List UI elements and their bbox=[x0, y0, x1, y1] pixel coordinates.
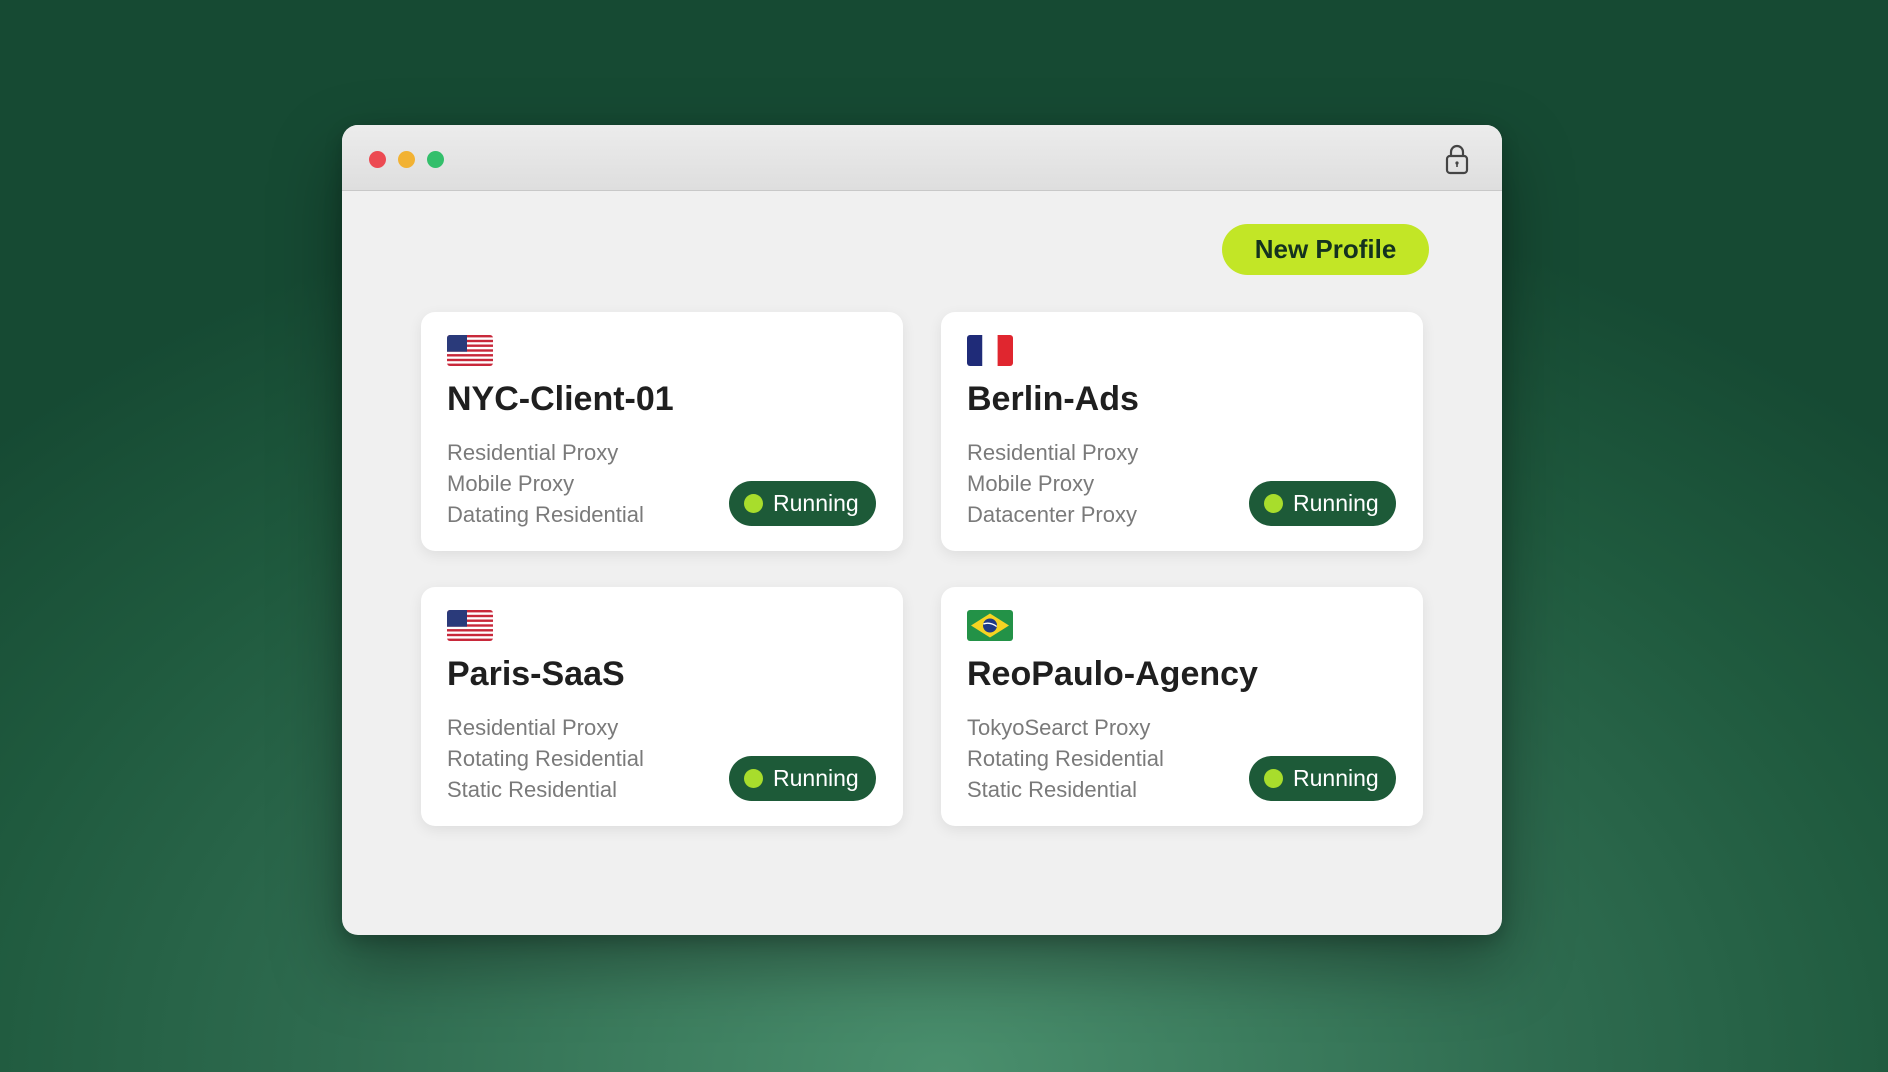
status-running-button[interactable]: Running bbox=[1249, 481, 1396, 526]
proxy-list: Residential Proxy Rotating Residential S… bbox=[447, 712, 644, 805]
status-dot-icon bbox=[744, 769, 763, 788]
app-window: New Profile NYC-Client-01 Residential Pr… bbox=[342, 125, 1502, 935]
proxy-item: TokyoSearct Proxy bbox=[967, 715, 1151, 740]
br-flag-icon bbox=[967, 610, 1013, 641]
status-label: Running bbox=[1293, 490, 1379, 516]
status-dot-icon bbox=[1264, 769, 1283, 788]
proxy-item: Rotating Residential bbox=[447, 746, 644, 771]
lock-icon[interactable] bbox=[1444, 143, 1470, 175]
maximize-window-button[interactable] bbox=[427, 151, 444, 168]
status-running-button[interactable]: Running bbox=[729, 756, 876, 801]
status-label: Running bbox=[773, 490, 859, 516]
fr-flag-icon bbox=[967, 335, 1013, 366]
status-label: Running bbox=[773, 765, 859, 791]
profile-name: Paris-SaaS bbox=[447, 655, 625, 693]
proxy-item: Mobile Proxy bbox=[447, 471, 575, 496]
close-window-button[interactable] bbox=[369, 151, 386, 168]
proxy-item: Datating Residential bbox=[447, 502, 644, 527]
status-running-button[interactable]: Running bbox=[1249, 756, 1396, 801]
proxy-item: Rotating Residential bbox=[967, 746, 1164, 771]
proxy-list: TokyoSearct Proxy Rotating Residential S… bbox=[967, 712, 1164, 805]
status-dot-icon bbox=[1264, 494, 1283, 513]
profile-card[interactable]: Paris-SaaS Residential Proxy Rotating Re… bbox=[421, 587, 903, 826]
minimize-window-button[interactable] bbox=[398, 151, 415, 168]
status-running-button[interactable]: Running bbox=[729, 481, 876, 526]
proxy-item: Static Residential bbox=[447, 777, 617, 802]
proxy-item: Residential Proxy bbox=[967, 440, 1139, 465]
proxy-item: Mobile Proxy bbox=[967, 471, 1095, 496]
proxy-list: Residential Proxy Mobile Proxy Datating … bbox=[447, 437, 644, 530]
profile-name: Berlin-Ads bbox=[967, 380, 1139, 418]
status-dot-icon bbox=[744, 494, 763, 513]
profile-card[interactable]: ReoPaulo-Agency TokyoSearct Proxy Rotati… bbox=[941, 587, 1423, 826]
proxy-item: Static Residential bbox=[967, 777, 1137, 802]
profile-name: ReoPaulo-Agency bbox=[967, 655, 1258, 693]
profile-card[interactable]: Berlin-Ads Residential Proxy Mobile Prox… bbox=[941, 312, 1423, 551]
profile-name: NYC-Client-01 bbox=[447, 380, 674, 418]
title-bar[interactable] bbox=[342, 125, 1502, 191]
proxy-list: Residential Proxy Mobile Proxy Datacente… bbox=[967, 437, 1138, 530]
proxy-item: Residential Proxy bbox=[447, 440, 619, 465]
proxy-item: Datacenter Proxy bbox=[967, 502, 1137, 527]
us-flag-icon bbox=[447, 610, 493, 641]
status-label: Running bbox=[1293, 765, 1379, 791]
profile-card[interactable]: NYC-Client-01 Residential Proxy Mobile P… bbox=[421, 312, 903, 551]
new-profile-button[interactable]: New Profile bbox=[1222, 224, 1429, 275]
proxy-item: Residential Proxy bbox=[447, 715, 619, 740]
us-flag-icon bbox=[447, 335, 493, 366]
